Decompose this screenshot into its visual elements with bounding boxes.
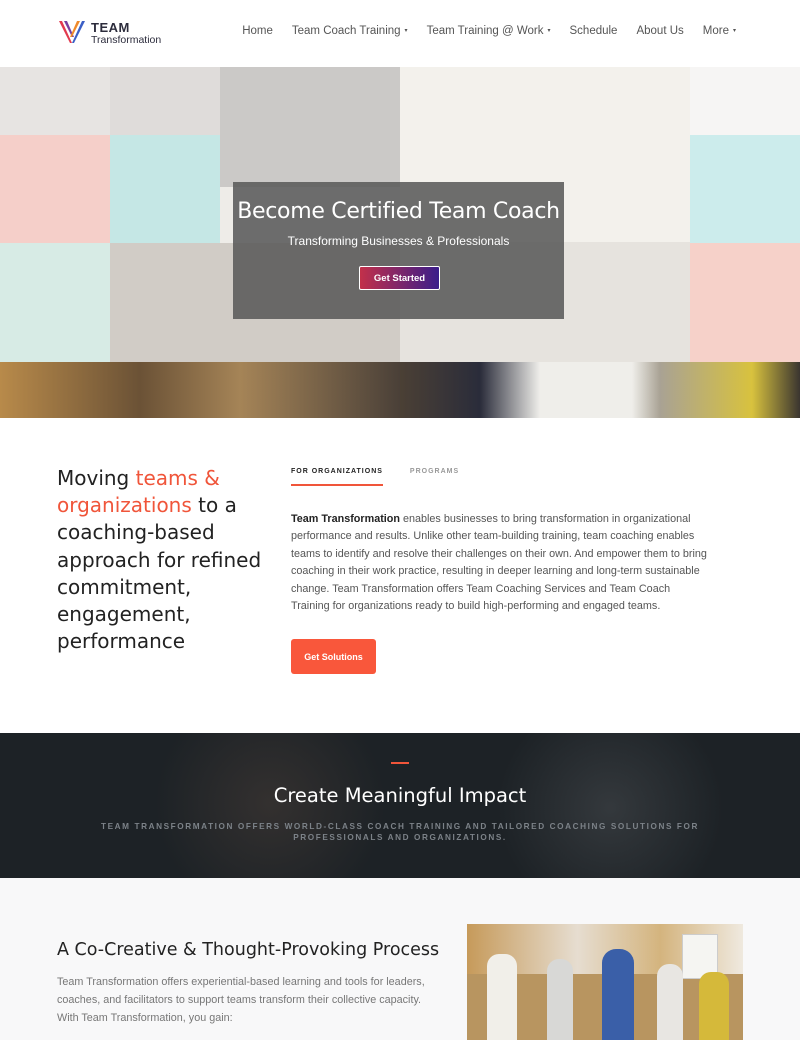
intro-body: Team Transformation enables businesses t… xyxy=(291,511,711,615)
impact-title: Create Meaningful Impact xyxy=(273,784,527,807)
impact-subtitle: TEAM TRANSFORMATION OFFERS WORLD-CLASS C… xyxy=(101,822,699,842)
hero-card: Become Certified Team Coach Transforming… xyxy=(233,182,564,319)
logo[interactable]: TEAM Transformation xyxy=(57,17,177,49)
nav-team-training-at-work-label: Team Training @ Work xyxy=(426,25,544,37)
nav-about-us-label: About Us xyxy=(636,25,684,37)
logo-title: TEAM xyxy=(91,20,130,35)
photo-person xyxy=(657,964,683,1040)
photo-person xyxy=(547,959,573,1040)
divider xyxy=(391,762,409,764)
logo-icon xyxy=(59,21,85,43)
process-body: Team Transformation offers experiential-… xyxy=(57,976,425,1024)
photo-person xyxy=(487,954,517,1040)
get-solutions-button[interactable]: Get Solutions xyxy=(291,639,376,674)
hero-photo-tile xyxy=(400,362,800,418)
nav-home-label: Home xyxy=(242,25,273,37)
chevron-down-icon: ▾ xyxy=(547,28,551,34)
nav-schedule[interactable]: Schedule xyxy=(570,25,618,37)
nav-team-training-at-work[interactable]: Team Training @ Work ▾ xyxy=(427,25,551,37)
nav-home[interactable]: Home xyxy=(242,25,273,37)
logo-subtitle: Transformation xyxy=(91,34,162,46)
photo-person xyxy=(602,949,634,1040)
intro-heading-end: to a coaching-based approach for refined… xyxy=(57,493,262,654)
hero-photo-tile xyxy=(0,362,400,418)
process-title: A Co-Creative & Thought-Provoking Proces… xyxy=(57,940,440,960)
photo-person xyxy=(699,972,729,1040)
nav-team-coach-training[interactable]: Team Coach Training ▾ xyxy=(292,25,408,37)
nav-schedule-label: Schedule xyxy=(569,25,618,37)
chevron-down-icon: ▾ xyxy=(732,28,736,34)
intro-heading-start: Moving xyxy=(57,466,136,490)
intro-body-text: enables businesses to bring transformati… xyxy=(291,513,707,613)
impact-banner: Create Meaningful Impact TEAM TRANSFORMA… xyxy=(0,733,800,878)
nav-more-label: More xyxy=(702,25,729,37)
workshop-photo xyxy=(467,924,743,1040)
tab-programs[interactable]: PROGRAMS xyxy=(410,468,459,486)
main-nav: Home Team Coach Training ▾ Team Training … xyxy=(242,25,736,37)
hero-title: Become Certified Team Coach xyxy=(237,199,560,224)
site-header: TEAM Transformation Home Team Coach Trai… xyxy=(0,0,800,67)
intro-tabs: FOR ORGANIZATIONS PROGRAMS xyxy=(291,468,459,486)
hero-subtitle: Transforming Businesses & Professionals xyxy=(287,234,510,248)
chevron-down-icon: ▾ xyxy=(404,28,408,34)
intro-heading: Moving teams & organizations to a coachi… xyxy=(57,465,267,655)
nav-about-us[interactable]: About Us xyxy=(636,25,683,37)
hero-banner: Become Certified Team Coach Transforming… xyxy=(0,67,800,418)
get-started-button[interactable]: Get Started xyxy=(359,266,440,290)
process-section: A Co-Creative & Thought-Provoking Proces… xyxy=(0,878,800,1040)
intro-body-brand: Team Transformation xyxy=(291,513,400,525)
nav-team-coach-training-label: Team Coach Training xyxy=(291,25,401,37)
nav-more[interactable]: More ▾ xyxy=(703,25,736,37)
tab-for-organizations[interactable]: FOR ORGANIZATIONS xyxy=(291,468,383,486)
